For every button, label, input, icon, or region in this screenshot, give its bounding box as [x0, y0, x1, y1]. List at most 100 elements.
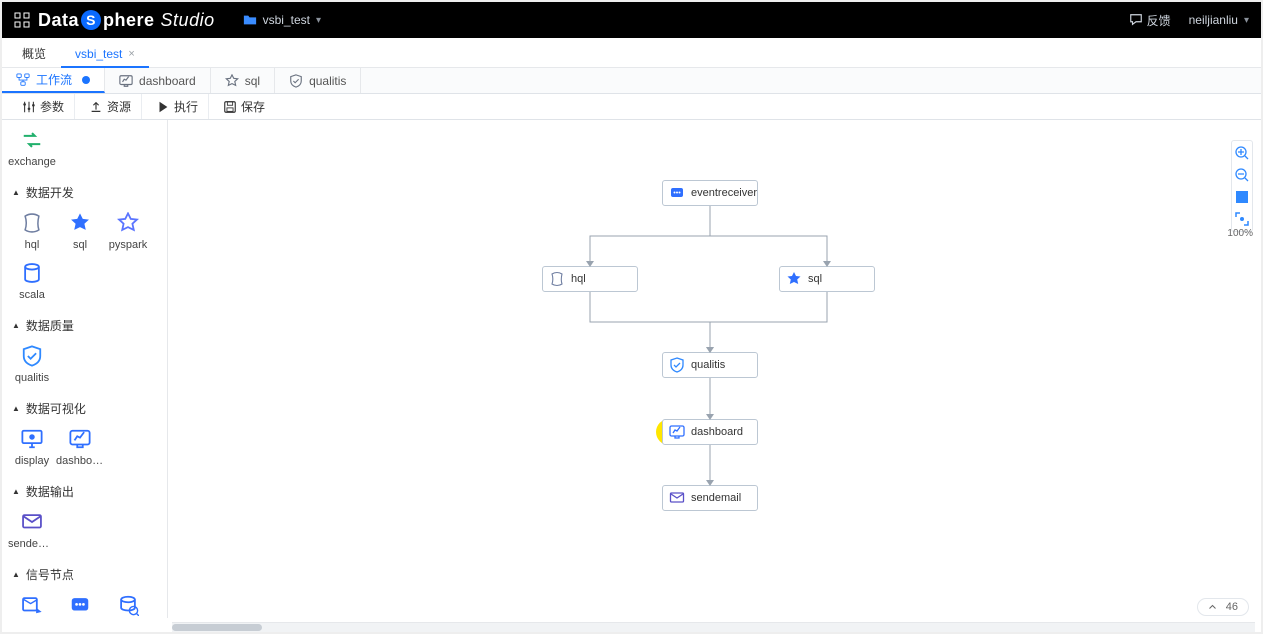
logo-bubble: S	[81, 10, 101, 30]
chevron-down-icon: ▾	[1244, 15, 1249, 26]
palette-item-dashboard[interactable]: dashboard	[56, 421, 104, 471]
params-button[interactable]: 参数	[12, 94, 75, 119]
palette-item-sql[interactable]: sql	[56, 205, 104, 255]
palette-item-label: exchange	[8, 156, 56, 168]
palette-item-label: hql	[8, 239, 56, 251]
project-selector[interactable]: vsbi_test ▾	[243, 13, 321, 27]
palette-group[interactable]: ▲数据输出	[2, 477, 167, 502]
datacheck-icon	[114, 591, 142, 618]
group-label: 数据输出	[26, 483, 74, 500]
star-icon	[225, 74, 239, 88]
sliders-icon	[22, 100, 36, 114]
shield-icon	[18, 342, 46, 370]
subtab-workflow[interactable]: 工作流	[2, 68, 105, 93]
run-button[interactable]: 执行	[146, 94, 209, 119]
palette-item-eventsen...[interactable]: eventsen...	[8, 587, 56, 618]
tab-label: 概览	[22, 45, 46, 62]
node-label: sendemail	[691, 492, 741, 504]
workflow-icon	[16, 73, 30, 87]
eventsend-icon	[18, 591, 46, 618]
node-label: qualitis	[691, 359, 725, 371]
file-tabs: 概览 vsbi_test ×	[2, 40, 1261, 68]
logo-text: phere	[103, 10, 155, 31]
node-dashboard[interactable]: dashboard	[662, 419, 758, 445]
fit-button[interactable]	[1234, 189, 1250, 205]
exchange-icon	[18, 126, 46, 154]
project-name: vsbi_test	[263, 13, 310, 27]
triangle-icon: ▲	[12, 321, 20, 330]
palette-item-label: dashboard	[56, 455, 104, 467]
triangle-icon: ▲	[12, 404, 20, 413]
palette-item-datachec...[interactable]: datachec...	[104, 587, 152, 618]
node-sendemail[interactable]: sendemail	[662, 485, 758, 511]
palette-group[interactable]: ▲数据可视化	[2, 394, 167, 419]
scroll-thumb[interactable]	[172, 624, 262, 631]
modified-dot-icon	[82, 76, 90, 84]
zoom-in-button[interactable]	[1234, 145, 1250, 161]
app-logo: Data S phere Studio	[14, 10, 215, 31]
shield-icon	[289, 74, 303, 88]
editor-tabs: 工作流 dashboard sql qualitis	[2, 68, 1261, 94]
grid-icon	[14, 12, 30, 28]
feedback-button[interactable]: 反馈	[1129, 12, 1171, 29]
palette-item-sendemail[interactable]: sendemail	[8, 504, 56, 554]
tab-overview[interactable]: 概览	[8, 40, 61, 67]
palette-group[interactable]: ▲数据开发	[2, 178, 167, 203]
node-hql[interactable]: hql	[542, 266, 638, 292]
zoom-out-icon	[1234, 167, 1250, 183]
palette-item-pyspark[interactable]: pyspark	[104, 205, 152, 255]
zoom-level: 100%	[1227, 228, 1253, 239]
palette-item-eventrec...[interactable]: eventrec...	[56, 587, 104, 618]
palette-item-label: pyspark	[104, 239, 152, 251]
close-icon[interactable]: ×	[128, 48, 134, 60]
app-header: Data S phere Studio vsbi_test ▾ 反馈 neilj…	[2, 2, 1261, 38]
node-palette[interactable]: exchange ▲数据开发 hqlsqlpyspark scala ▲ 数据质量 qual…	[2, 120, 168, 618]
palette-item-qualitis[interactable]: qualitis	[8, 338, 56, 388]
dashboard-icon	[119, 74, 133, 88]
chat-icon	[1129, 13, 1143, 27]
mail-icon	[18, 508, 46, 536]
workflow-canvas[interactable]: eventreceiver hql sql qualitis dashboard send…	[168, 120, 1261, 618]
folder-icon	[243, 13, 257, 27]
db-icon	[18, 259, 46, 287]
group-label: 数据质量	[26, 317, 74, 334]
palette-item-label: sendemail	[8, 538, 56, 550]
feedback-label: 反馈	[1147, 12, 1171, 29]
subtab-dashboard[interactable]: dashboard	[105, 68, 211, 93]
locate-button[interactable]	[1234, 211, 1250, 227]
node-qualitis[interactable]: qualitis	[662, 352, 758, 378]
palette-item-label: sql	[56, 239, 104, 251]
main-area: exchange▲数据开发hqlsqlpysparkscala▲数据质量qual…	[2, 120, 1261, 618]
palette-group[interactable]: ▲ 数据质量	[2, 311, 167, 336]
eventrecv-icon	[669, 185, 685, 201]
action-toolbar: 参数 资源 执行 保存	[2, 94, 1261, 120]
subtab-label: 工作流	[36, 71, 72, 88]
palette-item-exchange[interactable]: exchange	[8, 122, 56, 172]
group-label: 信号节点	[26, 566, 74, 583]
palette-item-label: qualitis	[8, 372, 56, 384]
triangle-icon: ▲	[12, 188, 20, 197]
tool-label: 保存	[241, 98, 265, 115]
node-eventreceiver[interactable]: eventreceiver	[662, 180, 758, 206]
node-label: dashboard	[691, 426, 743, 438]
save-button[interactable]: 保存	[213, 94, 275, 119]
palette-item-hql[interactable]: hql	[8, 205, 56, 255]
palette-item-display[interactable]: display	[8, 421, 56, 471]
hive-icon	[18, 209, 46, 237]
horizontal-scrollbar[interactable]	[172, 622, 1255, 632]
tab-project[interactable]: vsbi_test ×	[61, 40, 150, 67]
palette-group[interactable]: ▲信号节点	[2, 560, 167, 585]
zoom-toolbar	[1231, 140, 1253, 232]
palette-item-scala[interactable]: scala	[8, 255, 56, 305]
save-icon	[223, 100, 237, 114]
node-sql[interactable]: sql	[779, 266, 875, 292]
status-pill[interactable]: 46	[1197, 598, 1249, 616]
locate-icon	[1234, 211, 1250, 227]
subtab-label: qualitis	[309, 74, 346, 88]
zoom-out-button[interactable]	[1234, 167, 1250, 183]
user-menu[interactable]: neiljianliu ▾	[1189, 13, 1249, 27]
subtab-qualitis[interactable]: qualitis	[275, 68, 361, 93]
tool-label: 参数	[40, 98, 64, 115]
resource-button[interactable]: 资源	[79, 94, 142, 119]
subtab-sql[interactable]: sql	[211, 68, 275, 93]
